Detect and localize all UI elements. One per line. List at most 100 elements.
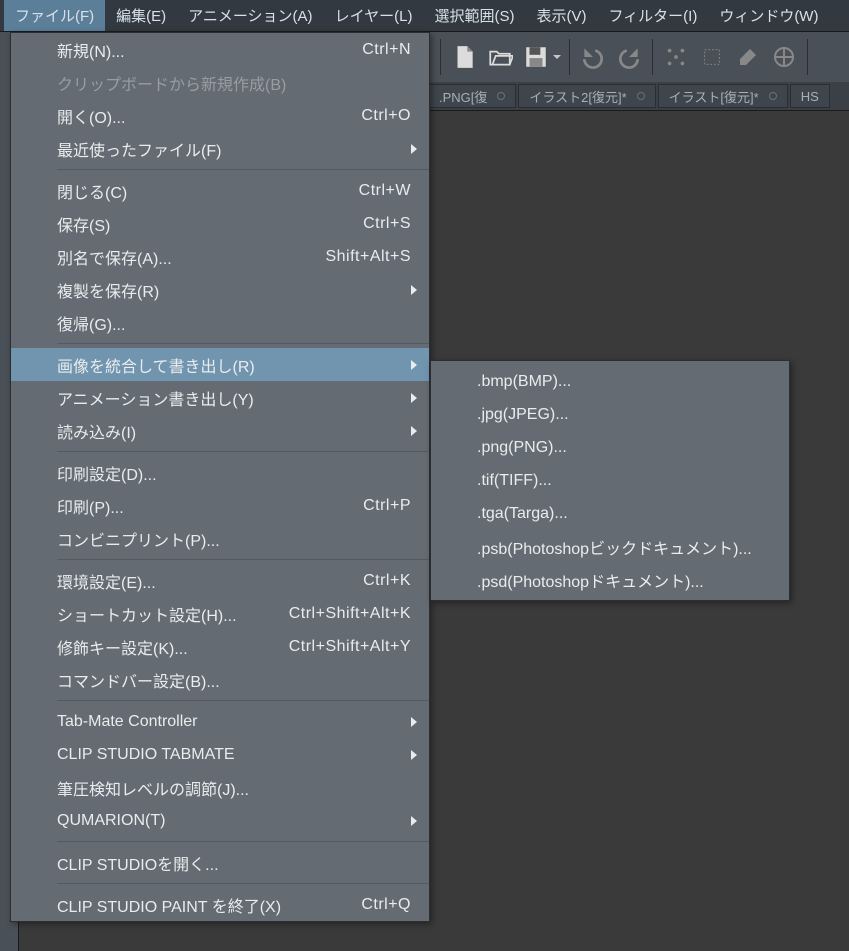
- menu-item-label: 修飾キー設定(K)...: [57, 635, 188, 659]
- close-icon[interactable]: [637, 92, 645, 100]
- chevron-right-icon: [411, 717, 417, 727]
- menu-separator: [57, 343, 429, 344]
- chevron-right-icon: [411, 360, 417, 370]
- menu-item-label: 最近使ったファイル(F): [57, 137, 221, 161]
- menu-shortcut: Ctrl+W: [359, 182, 411, 200]
- separator: [569, 39, 570, 75]
- menu-shortcut: Ctrl+Shift+Alt+Y: [289, 638, 411, 656]
- menu-item[interactable]: 新規(N)...Ctrl+N: [11, 33, 429, 66]
- menubar-item[interactable]: ファイル(F): [4, 0, 105, 31]
- open-folder-icon[interactable]: [483, 40, 517, 74]
- menu-item[interactable]: 筆圧検知レベルの調節(J)...: [11, 771, 429, 804]
- menubar: ファイル(F)編集(E)アニメーション(A)レイヤー(L)選択範囲(S)表示(V…: [0, 0, 849, 32]
- document-tab[interactable]: イラスト2[復元]*: [518, 84, 655, 108]
- menu-item-label: 保存(S): [57, 212, 110, 236]
- submenu-item[interactable]: .tif(TIFF)...: [431, 464, 789, 497]
- menu-item-label: 複製を保存(R): [57, 278, 159, 302]
- submenu-item[interactable]: .bmp(BMP)...: [431, 365, 789, 398]
- document-tab[interactable]: .PNG[復: [428, 84, 516, 108]
- menubar-item[interactable]: 編集(E): [105, 0, 177, 31]
- menu-item[interactable]: 最近使ったファイル(F): [11, 132, 429, 165]
- menu-item[interactable]: QUMARION(T): [11, 804, 429, 837]
- new-file-icon[interactable]: [447, 40, 481, 74]
- tab-label: イラスト[復元]*: [669, 87, 759, 106]
- chevron-right-icon: [411, 816, 417, 826]
- menu-item[interactable]: 復帰(G)...: [11, 306, 429, 339]
- tab-label: HS: [801, 89, 819, 104]
- submenu-item[interactable]: .psd(Photoshopドキュメント)...: [431, 563, 789, 596]
- menu-item[interactable]: 別名で保存(A)...Shift+Alt+S: [11, 240, 429, 273]
- menu-shortcut: Ctrl+S: [363, 215, 411, 233]
- close-icon[interactable]: [769, 92, 777, 100]
- submenu-item[interactable]: .tga(Targa)...: [431, 497, 789, 530]
- submenu-item-label: .png(PNG)...: [477, 439, 567, 457]
- menu-item[interactable]: 読み込み(I): [11, 414, 429, 447]
- menu-item[interactable]: CLIP STUDIO PAINT を終了(X)Ctrl+Q: [11, 888, 429, 921]
- menu-item[interactable]: ショートカット設定(H)...Ctrl+Shift+Alt+K: [11, 597, 429, 630]
- menu-separator: [57, 169, 429, 170]
- menu-item-label: CLIP STUDIO TABMATE: [57, 746, 235, 764]
- menu-separator: [57, 841, 429, 842]
- chevron-right-icon: [411, 426, 417, 436]
- menu-item[interactable]: 環境設定(E)...Ctrl+K: [11, 564, 429, 597]
- menu-item-label: 読み込み(I): [57, 419, 136, 443]
- menu-item[interactable]: CLIP STUDIOを開く...: [11, 846, 429, 879]
- chevron-right-icon: [411, 393, 417, 403]
- menu-item[interactable]: 印刷(P)... Ctrl+P: [11, 489, 429, 522]
- close-icon[interactable]: [497, 92, 505, 100]
- menubar-item[interactable]: 選択範囲(S): [423, 0, 525, 31]
- separator: [440, 39, 441, 75]
- menubar-item[interactable]: 表示(V): [525, 0, 597, 31]
- undo-icon[interactable]: [576, 40, 610, 74]
- menu-shortcut: Ctrl+Shift+Alt+K: [289, 605, 411, 623]
- menu-shortcut: Ctrl+O: [361, 107, 411, 125]
- submenu-item-label: .psb(Photoshopビックドキュメント)...: [477, 535, 752, 559]
- menu-item[interactable]: クリップボードから新規作成(B): [11, 66, 429, 99]
- menubar-item[interactable]: フィルター(I): [597, 0, 708, 31]
- menu-item[interactable]: 閉じる(C) Ctrl+W: [11, 174, 429, 207]
- menu-separator: [57, 883, 429, 884]
- menu-item[interactable]: コンビニプリント(P)...: [11, 522, 429, 555]
- menu-item[interactable]: CLIP STUDIO TABMATE: [11, 738, 429, 771]
- menubar-item[interactable]: ウィンドウ(W): [708, 0, 829, 31]
- menu-item-label: アニメーション書き出し(Y): [57, 386, 254, 410]
- submenu-item-label: .jpg(JPEG)...: [477, 406, 569, 424]
- menu-item-label: 閉じる(C): [57, 179, 127, 203]
- menu-item-label: 印刷設定(D)...: [57, 461, 157, 485]
- menubar-item[interactable]: レイヤー(L): [324, 0, 424, 31]
- document-tab[interactable]: HS: [790, 84, 830, 108]
- submenu-item-label: .psd(Photoshopドキュメント)...: [477, 568, 704, 592]
- snap-icon[interactable]: [659, 40, 693, 74]
- menu-shortcut: Ctrl+P: [363, 497, 411, 515]
- submenu-item[interactable]: .png(PNG)...: [431, 431, 789, 464]
- ruler-snap-icon[interactable]: [695, 40, 729, 74]
- menu-item[interactable]: コマンドバー設定(B)...: [11, 663, 429, 696]
- separator: [807, 39, 808, 75]
- menu-item-label: CLIP STUDIOを開く...: [57, 851, 219, 875]
- save-icon[interactable]: [519, 40, 553, 74]
- menu-item[interactable]: 保存(S) Ctrl+S: [11, 207, 429, 240]
- menu-item-label: 新規(N)...: [57, 38, 125, 62]
- submenu-item-label: .tif(TIFF)...: [477, 472, 552, 490]
- menu-item-label: 復帰(G)...: [57, 311, 125, 335]
- menu-item[interactable]: Tab-Mate Controller: [11, 705, 429, 738]
- menubar-item[interactable]: アニメーション(A): [177, 0, 323, 31]
- submenu-item-label: .bmp(BMP)...: [477, 373, 571, 391]
- perspective-icon[interactable]: [767, 40, 801, 74]
- menu-item[interactable]: 複製を保存(R): [11, 273, 429, 306]
- menu-item-label: 筆圧検知レベルの調節(J)...: [57, 776, 249, 800]
- menu-item-label: 印刷(P)...: [57, 494, 124, 518]
- document-tab[interactable]: イラスト[復元]*: [658, 84, 788, 108]
- save-dropdown[interactable]: [519, 40, 563, 74]
- menu-item[interactable]: 開く(O)...Ctrl+O: [11, 99, 429, 132]
- eraser-icon[interactable]: [731, 40, 765, 74]
- menu-item[interactable]: 修飾キー設定(K)... Ctrl+Shift+Alt+Y: [11, 630, 429, 663]
- menu-item[interactable]: 画像を統合して書き出し(R): [11, 348, 429, 381]
- menu-item[interactable]: 印刷設定(D)...: [11, 456, 429, 489]
- submenu-item[interactable]: .psb(Photoshopビックドキュメント)...: [431, 530, 789, 563]
- submenu-item[interactable]: .jpg(JPEG)...: [431, 398, 789, 431]
- tab-label: イラスト2[復元]*: [529, 87, 626, 106]
- menu-item[interactable]: アニメーション書き出し(Y): [11, 381, 429, 414]
- menu-item-label: CLIP STUDIO PAINT を終了(X): [57, 893, 281, 917]
- redo-icon[interactable]: [612, 40, 646, 74]
